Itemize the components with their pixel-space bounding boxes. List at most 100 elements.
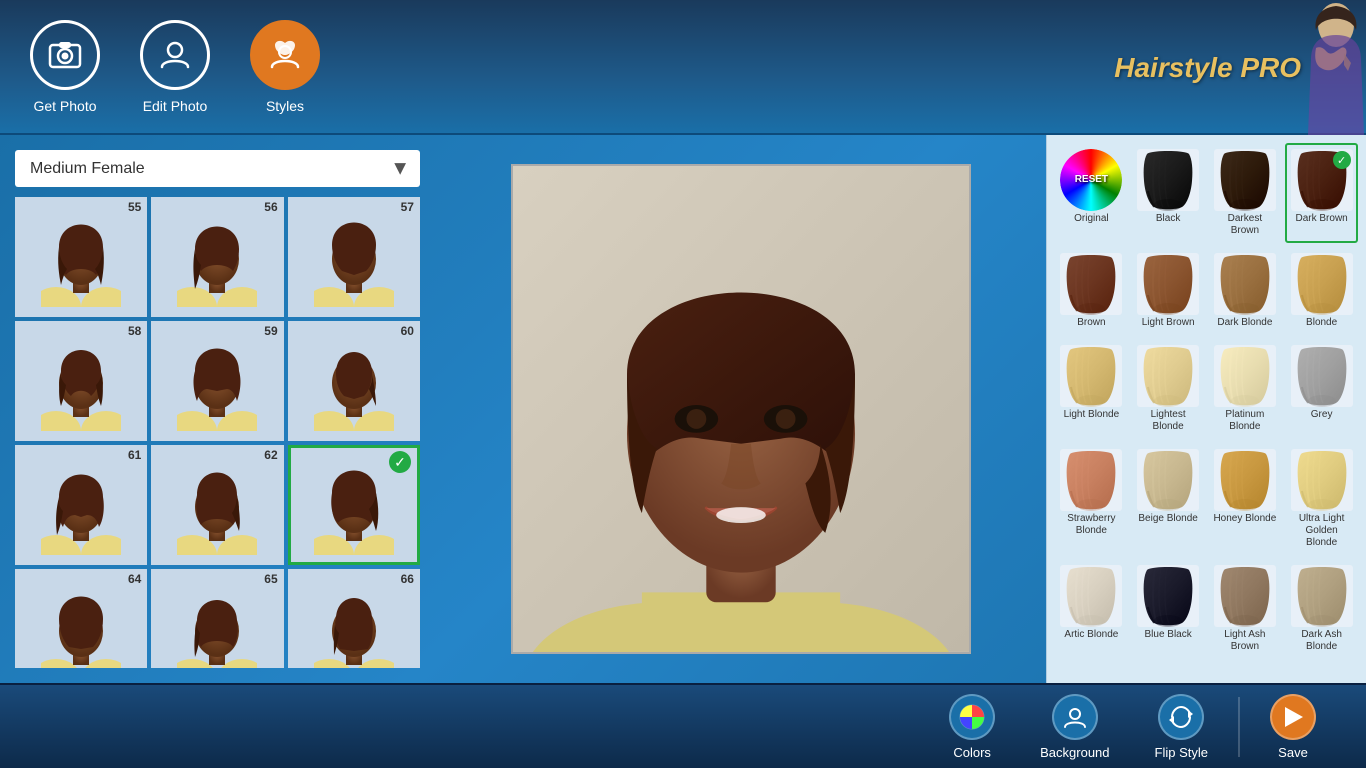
swatch-label-lightest-blonde: Lightest Blonde [1136,409,1201,433]
color-swatch-platinum-blonde[interactable]: Platinum Blonde [1209,339,1282,439]
get-photo-label: Get Photo [33,98,96,114]
color-swatch-brown[interactable]: Brown [1055,247,1128,335]
swatch-img-honey-blonde [1214,449,1276,511]
swatch-label-blonde: Blonde [1306,317,1337,329]
color-swatch-beige-blonde[interactable]: Beige Blonde [1132,443,1205,555]
style-item-64[interactable]: 64 [15,569,147,668]
color-swatch-black[interactable]: Black [1132,143,1205,243]
swatch-label-blue-black: Blue Black [1145,629,1192,641]
swatch-img-blonde [1291,253,1353,315]
hair-color-svg [1060,449,1122,511]
color-swatch-artic-blonde[interactable]: Artic Blonde [1055,559,1128,659]
color-swatch-light-ash-brown[interactable]: Light Ash Brown [1209,559,1282,659]
color-swatch-dark-ash-blonde[interactable]: Dark Ash Blonde [1285,559,1358,659]
style-item-66[interactable]: 66 [288,569,420,668]
swatch-img-platinum-blonde [1214,345,1276,407]
swatch-label-black: Black [1156,213,1180,225]
swatch-label-artic-blonde: Artic Blonde [1064,629,1118,641]
color-swatch-ultra-light-golden-blonde[interactable]: Ultra Light Golden Blonde [1285,443,1358,555]
style-item-63[interactable]: ✓ [288,445,420,565]
style-category-select[interactable]: Medium Female Short Female Long Female S… [15,150,420,187]
color-swatch-blonde[interactable]: Blonde [1285,247,1358,335]
face-preview-svg [513,164,969,654]
selected-checkmark: ✓ [389,451,411,473]
style-number: 64 [128,572,141,586]
nav-get-photo[interactable]: Get Photo [30,20,100,114]
color-swatch-grey[interactable]: Grey [1285,339,1358,439]
swatch-img-strawberry-blonde [1060,449,1122,511]
color-swatch-honey-blonde[interactable]: Honey Blonde [1209,443,1282,555]
flip-style-action[interactable]: Flip Style [1135,686,1228,768]
nav-edit-photo[interactable]: Edit Photo [140,20,210,114]
hair-color-svg [1214,253,1276,315]
colors-action[interactable]: Colors [929,686,1015,768]
bottom-divider [1238,697,1240,757]
background-icon [1052,694,1098,740]
style-item-57[interactable]: 57 [288,197,420,317]
swatch-label-platinum-blonde: Platinum Blonde [1213,409,1278,433]
bottom-bar: Colors Background Flip Style Sav [0,683,1366,768]
swatch-img-dark-ash-blonde [1291,565,1353,627]
swatch-label-grey: Grey [1311,409,1333,421]
color-swatch-blue-black[interactable]: Blue Black [1132,559,1205,659]
styles-icon [250,20,320,90]
style-number: 58 [128,324,141,338]
save-label: Save [1278,745,1308,760]
hair-color-svg [1214,345,1276,407]
hair-thumbnail [288,321,420,441]
swatch-label-dark-brown: Dark Brown [1296,213,1348,225]
color-swatch-light-blonde[interactable]: Light Blonde [1055,339,1128,439]
swatch-label-brown: Brown [1077,317,1105,329]
style-item-55[interactable]: 55 [15,197,147,317]
style-number: 55 [128,200,141,214]
styles-label: Styles [266,98,304,114]
color-swatch-lightest-blonde[interactable]: Lightest Blonde [1132,339,1205,439]
hair-color-svg [1137,565,1199,627]
style-number: 59 [264,324,277,338]
style-item-56[interactable]: 56 [151,197,283,317]
style-number: 56 [264,200,277,214]
color-swatch-dark-blonde[interactable]: Dark Blonde [1209,247,1282,335]
style-item-58[interactable]: 58 [15,321,147,441]
color-swatch-strawberry-blonde[interactable]: Strawberry Blonde [1055,443,1128,555]
swatch-label-dark-ash-blonde: Dark Ash Blonde [1289,629,1354,653]
style-item-62[interactable]: 62 [151,445,283,565]
main-content: Medium Female Short Female Long Female S… [0,135,1366,683]
hair-color-svg [1214,565,1276,627]
color-swatch-darkest-brown[interactable]: Darkest Brown [1209,143,1282,243]
swatch-label-light-blonde: Light Blonde [1064,409,1120,421]
hair-color-svg [1291,565,1353,627]
right-panel-colors: RESET Original Black [1046,135,1366,683]
edit-photo-icon [140,20,210,90]
hair-thumbnail [288,197,420,317]
save-action[interactable]: Save [1250,686,1336,768]
colors-label: Colors [953,745,991,760]
style-number: 60 [401,324,414,338]
style-item-65[interactable]: 65 [151,569,283,668]
background-action[interactable]: Background [1020,686,1129,768]
photo-display [511,164,971,654]
swatch-img-light-blonde [1060,345,1122,407]
swatch-img-darkest-brown [1214,149,1276,211]
hair-color-svg [1214,149,1276,211]
style-number: 65 [264,572,277,586]
styles-grid: 55 56 [15,197,420,668]
edit-photo-label: Edit Photo [143,98,208,114]
style-item-59[interactable]: 59 [151,321,283,441]
swatch-label-dark-blonde: Dark Blonde [1217,317,1272,329]
flip-style-icon [1158,694,1204,740]
style-item-61[interactable]: 61 [15,445,147,565]
hair-color-svg [1060,565,1122,627]
nav-styles[interactable]: Styles [250,20,320,114]
style-item-60[interactable]: 60 [288,321,420,441]
hair-color-svg [1291,345,1353,407]
style-number: 66 [401,572,414,586]
hair-color-svg [1137,149,1199,211]
hair-thumbnail [15,321,147,441]
color-swatch-dark-brown[interactable]: ✓ Dark Brown [1285,143,1358,243]
style-number: 61 [128,448,141,462]
color-swatch-reset[interactable]: RESET Original [1055,143,1128,243]
reset-label: RESET [1075,174,1108,186]
swatch-img-light-brown [1137,253,1199,315]
color-swatch-light-brown[interactable]: Light Brown [1132,247,1205,335]
